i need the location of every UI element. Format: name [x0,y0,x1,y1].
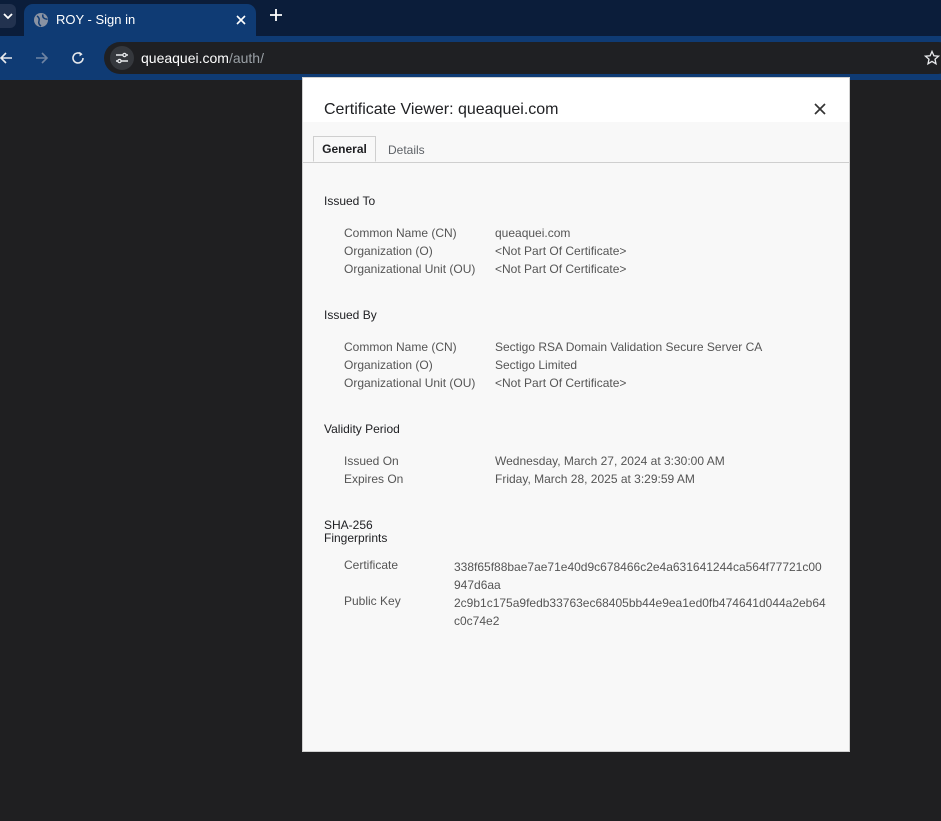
issued-by-heading: Issued By [324,308,377,322]
reload-icon[interactable] [70,50,86,66]
field-value: Wednesday, March 27, 2024 at 3:30:00 AM [495,454,725,468]
close-icon[interactable] [813,102,827,116]
field-value: <Not Part Of Certificate> [495,376,627,390]
site-info-button[interactable] [110,46,134,70]
field-value: Friday, March 28, 2025 at 3:29:59 AM [495,472,695,486]
close-tab-icon[interactable] [233,12,249,28]
forward-arrow-icon[interactable] [34,50,50,66]
tab-details[interactable]: Details [388,143,425,157]
field-value: queaquei.com [495,226,571,240]
field-label: Organizational Unit (OU) [344,376,476,390]
back-arrow-icon[interactable] [0,50,14,66]
address-bar[interactable]: queaquei.com/auth/ [104,42,941,74]
field-label: Common Name (CN) [344,226,457,240]
tab-general[interactable]: General [313,136,376,162]
fingerprints-heading-line2: Fingerprints [324,531,388,545]
certificate-viewer-dialog: Certificate Viewer: queaquei.com General… [303,78,849,751]
field-value: Sectigo Limited [495,358,578,372]
field-value: 2c9b1c175a9fedb33763ec68405bb44e9ea1ed0f… [454,596,826,628]
field-label: Public Key [344,594,401,608]
field-label: Expires On [344,472,404,486]
tune-icon [116,52,128,64]
browser-toolbar: queaquei.com/auth/ [0,36,941,80]
field-value: 338f65f88bae7ae71e40d9c678466c2e4a631641… [454,560,822,592]
chevron-down-icon [3,13,13,20]
dialog-tabs: General Details [303,122,849,163]
field-value: <Not Part Of Certificate> [495,262,627,276]
field-value: <Not Part Of Certificate> [495,244,627,258]
field-label: Issued On [344,454,399,468]
bookmark-star-icon[interactable] [924,50,940,66]
new-tab-icon[interactable] [268,7,284,23]
field-value: Sectigo RSA Domain Validation Secure Ser… [495,340,763,354]
fingerprints-heading: SHA-256 Fingerprints [324,519,387,545]
field-label: Organizational Unit (OU) [344,262,476,276]
field-label: Organization (O) [344,244,433,258]
validity-heading: Validity Period [324,422,400,436]
field-label: Organization (O) [344,358,433,372]
field-label: Certificate [344,558,399,572]
tab-title: ROY - Sign in [56,12,136,27]
url-text[interactable]: queaquei.com/auth/ [141,50,264,66]
field-label: Common Name (CN) [344,340,457,354]
url-host: queaquei.com [141,50,229,66]
dialog-header: Certificate Viewer: queaquei.com [303,78,849,122]
dialog-title: Certificate Viewer: queaquei.com [324,101,559,118]
tab-strip: ROY - Sign in [0,0,941,36]
globe-icon [34,13,48,27]
browser-tab-active[interactable]: ROY - Sign in [24,4,256,36]
tab-search-button[interactable] [0,4,16,28]
issued-to-heading: Issued To [324,194,376,208]
url-path: /auth/ [228,50,264,66]
